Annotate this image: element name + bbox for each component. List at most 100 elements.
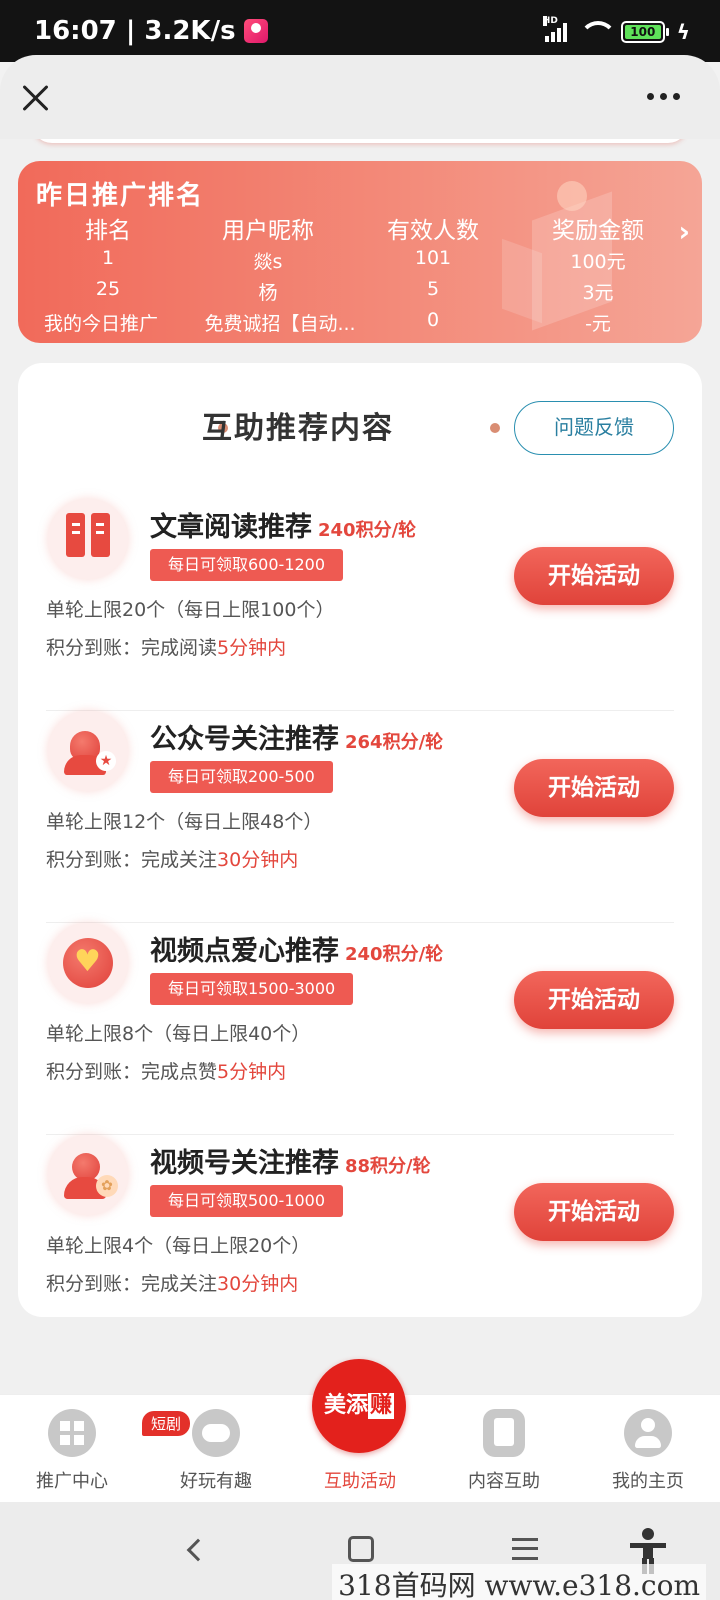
start-activity-button[interactable]: 开始活动 bbox=[514, 759, 674, 817]
mutual-help-card: 互助推荐内容 问题反馈 文章阅读推荐 240积分/轮 每日可领取600-1200 … bbox=[18, 363, 702, 1317]
ranking-cell: 我的今日推广 bbox=[44, 313, 159, 335]
activity-limit: 单轮上限4个（每日上限20个） bbox=[46, 1235, 311, 1257]
daily-range-badge: 每日可领取500-1000 bbox=[150, 1185, 344, 1217]
ranking-header-cell: 有效人数 bbox=[387, 218, 479, 244]
app-notification-icon bbox=[243, 19, 268, 43]
activity-name: 公众号关注推荐 bbox=[150, 724, 339, 755]
previous-card-edge bbox=[32, 139, 688, 143]
page-content[interactable]: 昨日推广排名 › 排名 用户昵称 有效人数 奖励金额 1 燚s 101 100元… bbox=[0, 139, 720, 1394]
arrival-time: 30分钟内 bbox=[217, 1273, 299, 1295]
bottom-tab-bar: 推广中心 好玩有趣 短剧 互助活动 美添赚 内容互助 我的主页 bbox=[0, 1359, 720, 1503]
charging-icon: ϟ bbox=[676, 20, 690, 44]
activity-points: 88积分/轮 bbox=[345, 1156, 431, 1177]
webview-header bbox=[0, 55, 720, 139]
home-icon[interactable] bbox=[348, 1536, 374, 1562]
ranking-cell: 3元 bbox=[582, 282, 614, 304]
user-add-icon: ✿ bbox=[48, 1135, 128, 1215]
logo-text: 美添 bbox=[323, 1393, 368, 1418]
yesterday-ranking-banner[interactable]: 昨日推广排名 › 排名 用户昵称 有效人数 奖励金额 1 燚s 101 100元… bbox=[18, 161, 702, 343]
daily-range-badge: 每日可领取600-1200 bbox=[150, 549, 344, 581]
ranking-cell: 100元 bbox=[570, 251, 626, 273]
ranking-cell: 燚s bbox=[253, 251, 283, 273]
ranking-cell: 25 bbox=[95, 278, 121, 300]
activity-arrival: 积分到账：完成点赞5分钟内 bbox=[46, 1057, 286, 1084]
network-type: HD bbox=[542, 16, 558, 26]
more-options-icon[interactable] bbox=[647, 93, 680, 100]
grid-icon bbox=[48, 1409, 96, 1457]
ranking-cell: 免费诚招【自动... bbox=[204, 313, 356, 335]
close-icon[interactable] bbox=[20, 83, 50, 113]
activity-title: 视频号关注推荐 88积分/轮 bbox=[150, 1141, 431, 1180]
tab-label: 互助活动 bbox=[324, 1471, 396, 1492]
activity-name: 视频点爱心推荐 bbox=[150, 936, 339, 967]
activity-points: 240积分/轮 bbox=[318, 520, 417, 541]
start-activity-button[interactable]: 开始活动 bbox=[514, 971, 674, 1029]
activity-item[interactable]: ♥ 视频点爱心推荐 240积分/轮 每日可领取1500-3000 单轮上限8个（每… bbox=[18, 923, 702, 1135]
activity-item[interactable]: 文章阅读推荐 240积分/轮 每日可领取600-1200 单轮上限20个（每日上限… bbox=[18, 499, 702, 711]
status-left: 16:07 | 3.2K/s bbox=[34, 16, 268, 46]
activity-limit: 单轮上限12个（每日上限48个） bbox=[46, 811, 323, 833]
activity-title: 视频点爱心推荐 240积分/轮 bbox=[150, 929, 443, 968]
arrival-prefix: 积分到账：完成关注 bbox=[46, 1273, 218, 1295]
arrival-prefix: 积分到账：完成阅读 bbox=[46, 637, 218, 659]
tab-promotion-center[interactable]: 推广中心 bbox=[0, 1395, 144, 1503]
tab-label: 好玩有趣 bbox=[180, 1471, 252, 1492]
ranking-row: 1 燚s 101 100元 bbox=[18, 247, 702, 277]
title-dot-icon bbox=[490, 423, 500, 433]
ranking-row: 25 杨 5 3元 bbox=[18, 278, 702, 308]
logo-text-box: 赚 bbox=[368, 1393, 395, 1419]
activity-title: 文章阅读推荐 240积分/轮 bbox=[150, 505, 416, 544]
ranking-cell: 杨 bbox=[258, 282, 278, 304]
ranking-cell: 5 bbox=[426, 278, 440, 300]
watermark: 318首码网 www.e318.com bbox=[332, 1564, 706, 1600]
activity-item[interactable]: ★ 公众号关注推荐 264积分/轮 每日可领取200-500 单轮上限12个（每日… bbox=[18, 711, 702, 923]
start-activity-button[interactable]: 开始活动 bbox=[514, 547, 674, 605]
arrival-time: 30分钟内 bbox=[217, 849, 299, 871]
tab-my-home[interactable]: 我的主页 bbox=[576, 1395, 720, 1503]
feedback-button[interactable]: 问题反馈 bbox=[514, 401, 674, 455]
start-activity-button[interactable]: 开始活动 bbox=[514, 1183, 674, 1241]
activity-item[interactable]: ✿ 视频号关注推荐 88积分/轮 每日可领取500-1000 单轮上限4个（每日上… bbox=[18, 1135, 702, 1347]
arrival-prefix: 积分到账：完成点赞 bbox=[46, 1061, 218, 1083]
activity-name: 视频号关注推荐 bbox=[150, 1148, 339, 1179]
ranking-header-row: 排名 用户昵称 有效人数 奖励金额 bbox=[18, 211, 702, 244]
ranking-my-row: 我的今日推广 免费诚招【自动... 0 -元 bbox=[18, 309, 702, 339]
ranking-cell: 0 bbox=[426, 309, 440, 331]
arrival-time: 5分钟内 bbox=[217, 1061, 287, 1083]
tab-label: 内容互助 bbox=[468, 1471, 540, 1492]
battery-level: 100 bbox=[624, 25, 661, 39]
status-right: HD 100 ϟ bbox=[542, 16, 690, 44]
section-title: 互助推荐内容 bbox=[202, 411, 394, 446]
user-star-icon: ★ bbox=[48, 711, 128, 791]
ranking-header-cell: 奖励金额 bbox=[552, 218, 644, 244]
activity-arrival: 积分到账：完成关注30分钟内 bbox=[46, 1269, 298, 1296]
ranking-header-cell: 排名 bbox=[85, 218, 131, 244]
battery-icon: 100 bbox=[620, 21, 669, 43]
ranking-cell: 1 bbox=[101, 247, 115, 269]
arrival-time: 5分钟内 bbox=[217, 637, 287, 659]
tab-content-help[interactable]: 内容互助 bbox=[432, 1395, 576, 1503]
book-icon bbox=[48, 499, 128, 579]
daily-range-badge: 每日可领取200-500 bbox=[150, 761, 333, 793]
arrival-prefix: 积分到账：完成关注 bbox=[46, 849, 218, 871]
activity-name: 文章阅读推荐 bbox=[150, 512, 312, 543]
ranking-cell: -元 bbox=[585, 313, 611, 335]
wifi-icon bbox=[578, 21, 617, 43]
ranking-title: 昨日推广排名 bbox=[36, 181, 205, 211]
system-nav-bar: 318首码网 www.e318.com bbox=[0, 1502, 720, 1600]
activity-arrival: 积分到账：完成关注30分钟内 bbox=[46, 845, 298, 872]
status-bar: 16:07 | 3.2K/s HD 100 ϟ bbox=[0, 0, 720, 62]
app-logo-icon[interactable]: 美添赚 bbox=[312, 1359, 406, 1453]
signal-icon: HD bbox=[542, 16, 567, 42]
tab-label: 推广中心 bbox=[36, 1471, 108, 1492]
heart-icon: ♥ bbox=[48, 923, 128, 1003]
activity-limit: 单轮上限20个（每日上限100个） bbox=[46, 599, 335, 621]
tab-label: 我的主页 bbox=[612, 1471, 684, 1492]
activity-limit: 单轮上限8个（每日上限40个） bbox=[46, 1023, 311, 1045]
document-icon bbox=[483, 1409, 525, 1457]
activity-arrival: 积分到账：完成阅读5分钟内 bbox=[46, 633, 286, 660]
back-icon[interactable] bbox=[186, 1538, 210, 1562]
daily-range-badge: 每日可领取1500-3000 bbox=[150, 973, 354, 1005]
activity-points: 240积分/轮 bbox=[345, 944, 444, 965]
menu-icon[interactable] bbox=[512, 1538, 538, 1560]
